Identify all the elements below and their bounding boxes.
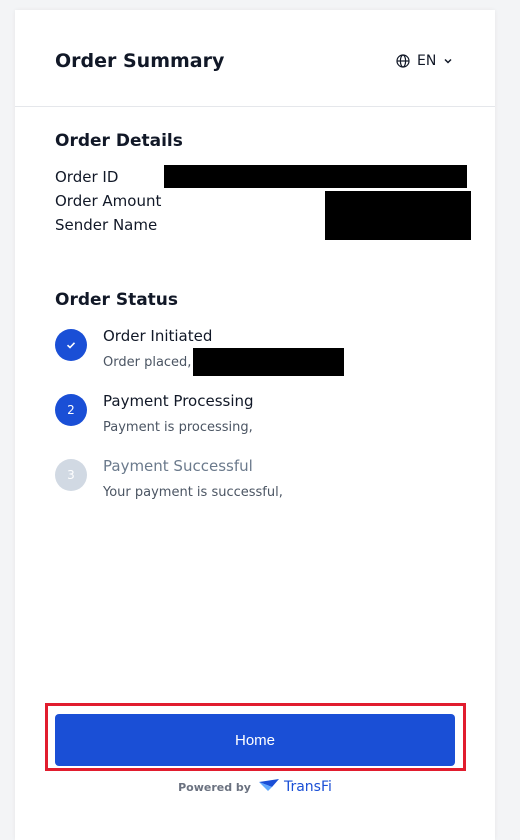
transfi-logo-icon <box>258 778 279 796</box>
redacted-order-date <box>193 348 344 376</box>
page-title: Order Summary <box>55 50 225 72</box>
order-id-label: Order ID <box>55 168 119 186</box>
redacted-amount-and-name <box>325 191 471 240</box>
step-2-marker: 2 <box>55 394 87 426</box>
step-3-marker: 3 <box>55 459 87 491</box>
step-2-title: Payment Processing <box>103 392 254 410</box>
header: Order Summary EN <box>15 10 495 107</box>
order-details-title: Order Details <box>55 131 183 151</box>
language-label: EN <box>417 53 437 69</box>
step-1-subtitle: Order placed, <box>103 355 192 370</box>
order-summary-card: Order Summary EN Order Details Order ID … <box>15 10 495 840</box>
brand-name: TransFi <box>283 779 332 795</box>
step-2-subtitle: Payment is processing, <box>103 420 253 435</box>
step-3-subtitle: Your payment is successful, <box>103 485 283 500</box>
step-3-title: Payment Successful <box>103 457 253 475</box>
sender-name-label: Sender Name <box>55 216 158 234</box>
order-status-title: Order Status <box>55 290 179 310</box>
home-button[interactable]: Home <box>55 714 455 766</box>
transfi-logo: TransFi <box>258 778 332 796</box>
step-1-title: Order Initiated <box>103 327 213 345</box>
step-1-check-icon <box>55 329 87 361</box>
powered-by-footer: Powered by TransFi <box>15 778 495 796</box>
globe-icon <box>396 54 410 68</box>
powered-by-label: Powered by <box>178 780 251 794</box>
redacted-order-id <box>164 165 467 188</box>
language-selector[interactable]: EN <box>396 53 453 69</box>
order-amount-label: Order Amount <box>55 192 162 210</box>
chevron-down-icon <box>443 56 453 66</box>
